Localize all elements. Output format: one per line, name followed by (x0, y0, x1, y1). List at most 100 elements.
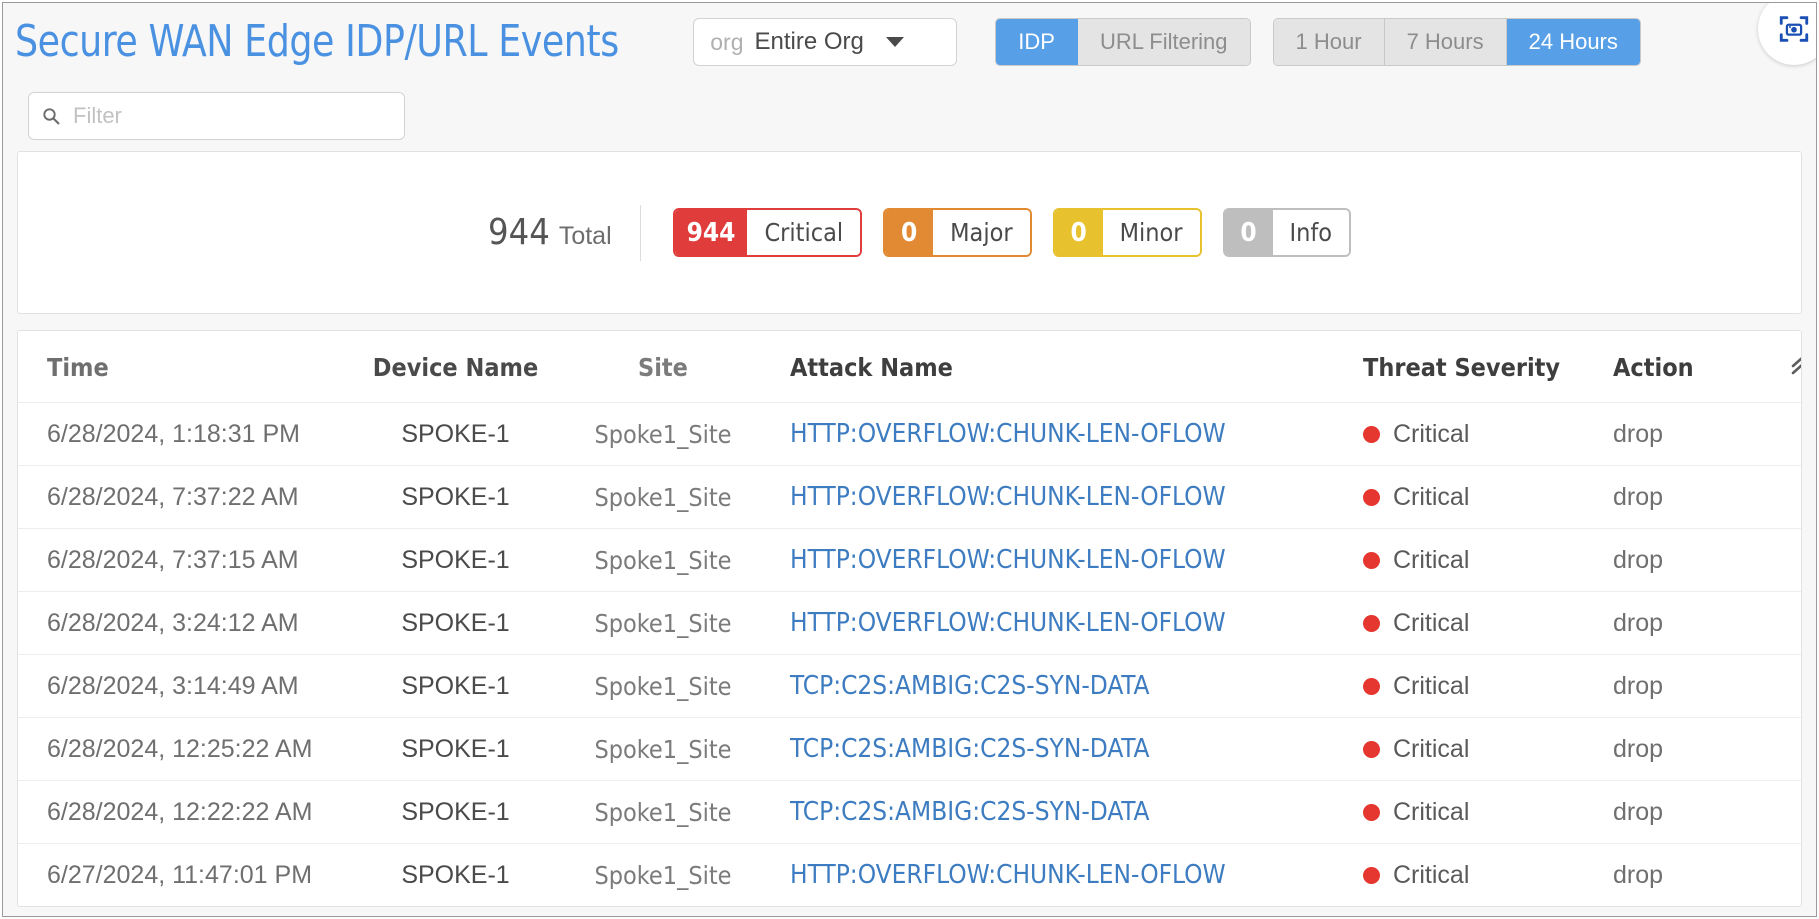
column-header-attack-name[interactable]: Attack Name (763, 331, 1363, 403)
screenshot-capture-icon (1779, 16, 1809, 42)
cell-action: drop (1613, 654, 1773, 718)
cell-site: Spoke1_Site (563, 402, 763, 466)
search-input[interactable] (71, 102, 392, 130)
cell-device-name: SPOKE-1 (348, 591, 563, 655)
severity-dot (1363, 614, 1380, 632)
severity-dot (1363, 677, 1380, 695)
cell-tools (1773, 528, 1801, 592)
range-7-hours[interactable]: 7 Hours (1384, 19, 1507, 65)
cell-time: 6/28/2024, 1:18:31 PM (18, 402, 348, 466)
badge-label: Info (1272, 210, 1350, 255)
table-row[interactable]: 6/28/2024, 7:37:22 AM SPOKE-1 Spoke1_Site H… (18, 465, 1801, 529)
application-window: Secure WAN Edge IDP/URL Events org Entir… (2, 2, 1817, 917)
cell-action: drop (1613, 528, 1773, 592)
cell-device-name: SPOKE-1 (348, 402, 563, 466)
attack-name-link[interactable]: TCP:C2S:AMBIG:C2S-SYN-DATA (790, 797, 1150, 827)
cell-threat-severity: Critical (1363, 591, 1613, 655)
attack-name-link[interactable]: HTTP:OVERFLOW:CHUNK-LEN-OFLOW (790, 419, 1226, 449)
attack-name-link[interactable]: HTTP:OVERFLOW:CHUNK-LEN-OFLOW (790, 545, 1226, 575)
column-header-threat-severity[interactable]: Threat Severity (1363, 331, 1613, 403)
action-label: drop (1613, 608, 1664, 637)
cell-tools (1773, 591, 1801, 655)
badge-label: Critical (747, 210, 861, 255)
cell-tools (1773, 402, 1801, 466)
cell-device-name: SPOKE-1 (348, 528, 563, 592)
cell-device-name: SPOKE-1 (348, 465, 563, 529)
cell-device-name: SPOKE-1 (348, 780, 563, 844)
column-header-action[interactable]: Action (1613, 331, 1773, 403)
action-label: drop (1613, 797, 1664, 826)
status-badge-critical[interactable]: 944 Critical (672, 208, 863, 257)
severity-dot (1363, 803, 1380, 821)
screenshot-capture-button[interactable] (1758, 3, 1816, 65)
status-badge-info[interactable]: 0 Info (1222, 208, 1352, 257)
chevrons-up-icon[interactable] (1789, 353, 1801, 382)
attack-name-link[interactable]: HTTP:OVERFLOW:CHUNK-LEN-OFLOW (790, 608, 1226, 638)
attack-name-link[interactable]: TCP:C2S:AMBIG:C2S-SYN-DATA (790, 734, 1150, 764)
severity-label: Critical (1393, 545, 1470, 574)
attack-name-link[interactable]: HTTP:OVERFLOW:CHUNK-LEN-OFLOW (790, 860, 1226, 890)
severity-dot (1363, 866, 1380, 884)
action-label: drop (1613, 734, 1664, 763)
tab-url-filtering[interactable]: URL Filtering (1077, 19, 1250, 65)
table-body: 6/28/2024, 1:18:31 PM SPOKE-1 Spoke1_Site H… (18, 402, 1801, 906)
range-24-hours[interactable]: 24 Hours (1506, 19, 1640, 65)
status-badge-minor[interactable]: 0 Minor (1052, 208, 1202, 257)
cell-action: drop (1613, 843, 1773, 906)
severity-label: Critical (1393, 797, 1470, 826)
cell-action: drop (1613, 780, 1773, 844)
attack-name-link[interactable]: HTTP:OVERFLOW:CHUNK-LEN-OFLOW (790, 482, 1226, 512)
severity-label: Critical (1393, 734, 1470, 763)
table-row[interactable]: 6/28/2024, 3:14:49 AM SPOKE-1 Spoke1_Site T… (18, 654, 1801, 718)
events-table: Time Device Name Site Attack Name Threat… (18, 331, 1801, 906)
cell-site: Spoke1_Site (563, 528, 763, 592)
cell-action: drop (1613, 591, 1773, 655)
cell-device-name: SPOKE-1 (348, 717, 563, 781)
badge-count: 0 (1054, 210, 1103, 255)
column-header-time[interactable]: Time (18, 331, 348, 403)
cell-threat-severity: Critical (1363, 843, 1613, 906)
cell-time: 6/28/2024, 7:37:15 AM (18, 528, 348, 592)
column-header-tools (1773, 331, 1801, 403)
table-row[interactable]: 6/28/2024, 3:24:12 AM SPOKE-1 Spoke1_Site H… (18, 591, 1801, 655)
cell-site: Spoke1_Site (563, 717, 763, 781)
chevron-down-icon (885, 37, 904, 47)
severity-dot (1363, 425, 1380, 443)
cell-threat-severity: Critical (1363, 654, 1613, 718)
table-row[interactable]: 6/28/2024, 12:22:22 AM SPOKE-1 Spoke1_Site… (18, 780, 1801, 844)
action-label: drop (1613, 671, 1664, 700)
tab-idp[interactable]: IDP (996, 19, 1078, 65)
severity-label: Critical (1393, 608, 1470, 637)
table-row[interactable]: 6/28/2024, 12:25:22 AM SPOKE-1 Spoke1_Site… (18, 717, 1801, 781)
cell-threat-severity: Critical (1363, 465, 1613, 529)
page-title: Secure WAN Edge IDP/URL Events (15, 16, 619, 67)
cell-threat-severity: Critical (1363, 402, 1613, 466)
column-header-site[interactable]: Site (563, 331, 763, 403)
cell-action: drop (1613, 465, 1773, 529)
table-row[interactable]: 6/27/2024, 11:47:01 PM SPOKE-1 Spoke1_Site… (18, 843, 1801, 906)
total-label: Total (558, 222, 612, 250)
attack-name-link[interactable]: TCP:C2S:AMBIG:C2S-SYN-DATA (790, 671, 1150, 701)
cell-time: 6/28/2024, 12:25:22 AM (18, 717, 348, 781)
column-header-device-name[interactable]: Device Name (348, 331, 563, 403)
table-row[interactable]: 6/28/2024, 7:37:15 AM SPOKE-1 Spoke1_Site H… (18, 528, 1801, 592)
cell-tools (1773, 780, 1801, 844)
cell-time: 6/28/2024, 3:14:49 AM (18, 654, 348, 718)
filter-input-wrapper[interactable] (28, 92, 405, 140)
severity-badge-group: 944 Critical 0 Major 0 Minor 0 Info (672, 208, 1352, 257)
cell-threat-severity: Critical (1363, 528, 1613, 592)
range-1-hour[interactable]: 1 Hour (1273, 19, 1385, 65)
cell-action: drop (1613, 717, 1773, 781)
action-label: drop (1613, 482, 1664, 511)
search-icon (43, 108, 60, 125)
status-badge-major[interactable]: 0 Major (883, 208, 1032, 257)
total-summary: 944 Total (488, 212, 612, 253)
severity-dot (1363, 488, 1380, 506)
badge-count: 944 (674, 210, 748, 255)
cell-time: 6/28/2024, 7:37:22 AM (18, 465, 348, 529)
org-selector[interactable]: org Entire Org (693, 18, 958, 66)
table-row[interactable]: 6/28/2024, 1:18:31 PM SPOKE-1 Spoke1_Site H… (18, 402, 1801, 466)
cell-device-name: SPOKE-1 (348, 843, 563, 906)
events-table-card: Time Device Name Site Attack Name Threat… (17, 330, 1802, 907)
cell-threat-severity: Critical (1363, 717, 1613, 781)
